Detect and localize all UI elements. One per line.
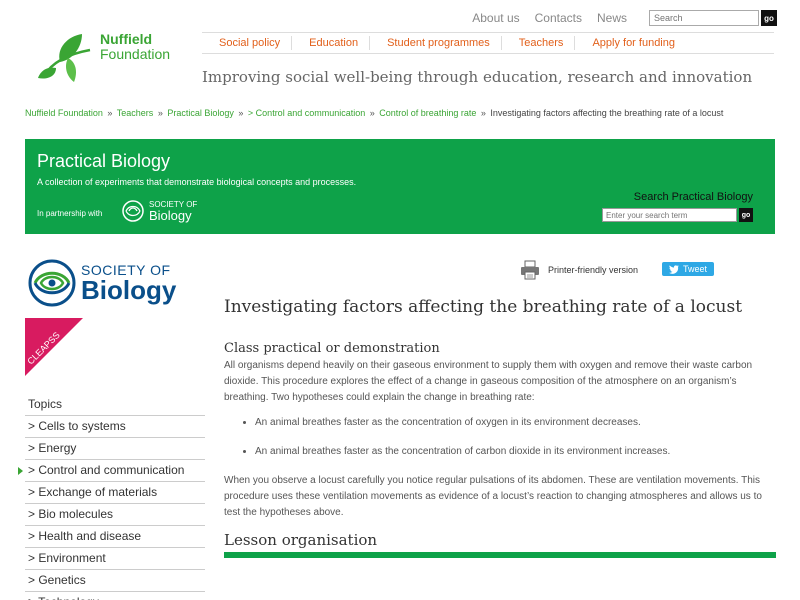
- nav-education[interactable]: Education: [292, 36, 371, 50]
- breadcrumb-link[interactable]: > Control and communication: [248, 108, 365, 118]
- site-search-go-button[interactable]: go: [761, 10, 777, 26]
- nuffield-leaf-icon: [38, 34, 91, 82]
- nuffield-foundation-logo[interactable]: Nuffield Foundation: [38, 28, 188, 86]
- topic-cells-to-systems[interactable]: > Cells to systems: [25, 416, 205, 438]
- section-divider: [224, 552, 776, 558]
- topic-technology[interactable]: > Technology: [25, 592, 205, 600]
- about-us-link[interactable]: About us: [472, 11, 519, 25]
- nav-social-policy[interactable]: Social policy: [202, 36, 293, 50]
- topic-genetics[interactable]: > Genetics: [25, 570, 205, 592]
- section-heading-lesson-organisation: Lesson organisation: [224, 531, 378, 549]
- tweet-label: Tweet: [683, 264, 708, 274]
- intro-paragraph: All organisms depend heavily on their ga…: [224, 360, 753, 403]
- banner-subtitle: A collection of experiments that demonst…: [37, 177, 357, 187]
- hypotheses-list: An animal breathes faster as the concent…: [255, 415, 776, 460]
- banner-society-of-biology-logo[interactable]: SOCIETY OF Biology: [121, 199, 197, 223]
- tweet-button[interactable]: Tweet: [662, 262, 715, 276]
- topic-environment[interactable]: > Environment: [25, 548, 205, 570]
- banner-sob-big: Biology: [149, 208, 192, 223]
- article: Investigating factors affecting the brea…: [224, 295, 776, 558]
- breadcrumb-separator: »: [157, 108, 163, 118]
- practical-biology-search-input[interactable]: [602, 208, 737, 222]
- top-links: About us Contacts News: [472, 11, 627, 25]
- topic-control-and-communication[interactable]: > Control and communication: [18, 460, 205, 482]
- breadcrumb-separator: »: [107, 108, 113, 118]
- printer-icon: [521, 260, 539, 280]
- partnership-label: In partnership with: [37, 209, 103, 218]
- site-search: go: [649, 10, 777, 26]
- page-title: Investigating factors affecting the brea…: [224, 297, 743, 317]
- breadcrumb-link[interactable]: Nuffield Foundation: [25, 108, 103, 118]
- topic-exchange-of-materials[interactable]: > Exchange of materials: [25, 482, 205, 504]
- contacts-link[interactable]: Contacts: [535, 11, 582, 25]
- breadcrumb-separator: »: [480, 108, 486, 118]
- banner-search-label: Search Practical Biology: [633, 191, 753, 203]
- breadcrumb-separator: »: [238, 108, 244, 118]
- topic-bio-molecules[interactable]: > Bio molecules: [25, 504, 205, 526]
- ventilation-paragraph: When you observe a locust carefully you …: [224, 475, 762, 518]
- nav-teachers[interactable]: Teachers: [502, 36, 576, 50]
- main-nav: Social policy Education Student programm…: [202, 32, 774, 54]
- logo-text-line2: Foundation: [100, 46, 171, 62]
- topic-health-and-disease[interactable]: > Health and disease: [25, 526, 205, 548]
- breadcrumb-link[interactable]: Practical Biology: [167, 108, 234, 118]
- topics-menu: Topics > Cells to systems > Energy > Con…: [18, 395, 205, 600]
- list-item: An animal breathes faster as the concent…: [255, 444, 776, 460]
- society-of-biology-icon: [122, 200, 144, 222]
- tagline: Improving social well-being through educ…: [202, 68, 753, 86]
- site-search-input[interactable]: [649, 10, 759, 26]
- printer-friendly-link[interactable]: Printer-friendly version: [520, 260, 638, 280]
- banner-search: go: [602, 208, 753, 222]
- breadcrumb: Nuffield Foundation » Teachers » Practic…: [25, 108, 723, 118]
- list-item: An animal breathes faster as the concent…: [255, 415, 776, 431]
- sob-big-text: Biology: [81, 275, 177, 305]
- society-of-biology-emblem-icon: [28, 259, 76, 307]
- breadcrumb-separator: »: [369, 108, 375, 118]
- society-of-biology-logo[interactable]: SOCIETY OF Biology: [27, 258, 176, 308]
- nav-student-programmes[interactable]: Student programmes: [370, 36, 502, 50]
- topics-title: Topics: [25, 395, 205, 416]
- breadcrumb-current: Investigating factors affecting the brea…: [490, 108, 724, 118]
- practical-biology-banner: Practical Biology A collection of experi…: [25, 139, 775, 234]
- banner-search-go-button[interactable]: go: [739, 208, 753, 222]
- nav-apply-for-funding[interactable]: Apply for funding: [575, 36, 686, 50]
- breadcrumb-link[interactable]: Teachers: [117, 108, 154, 118]
- news-link[interactable]: News: [597, 11, 627, 25]
- section-heading-class-practical: Class practical or demonstration: [224, 341, 440, 356]
- printer-friendly-label: Printer-friendly version: [548, 265, 639, 275]
- breadcrumb-link[interactable]: Control of breathing rate: [379, 108, 476, 118]
- cleapss-logo[interactable]: CLEAPSS: [25, 318, 83, 376]
- banner-title[interactable]: Practical Biology: [37, 151, 170, 172]
- topic-energy[interactable]: > Energy: [25, 438, 205, 460]
- twitter-bird-icon: [669, 264, 679, 274]
- logo-text-line1: Nuffield: [100, 31, 153, 47]
